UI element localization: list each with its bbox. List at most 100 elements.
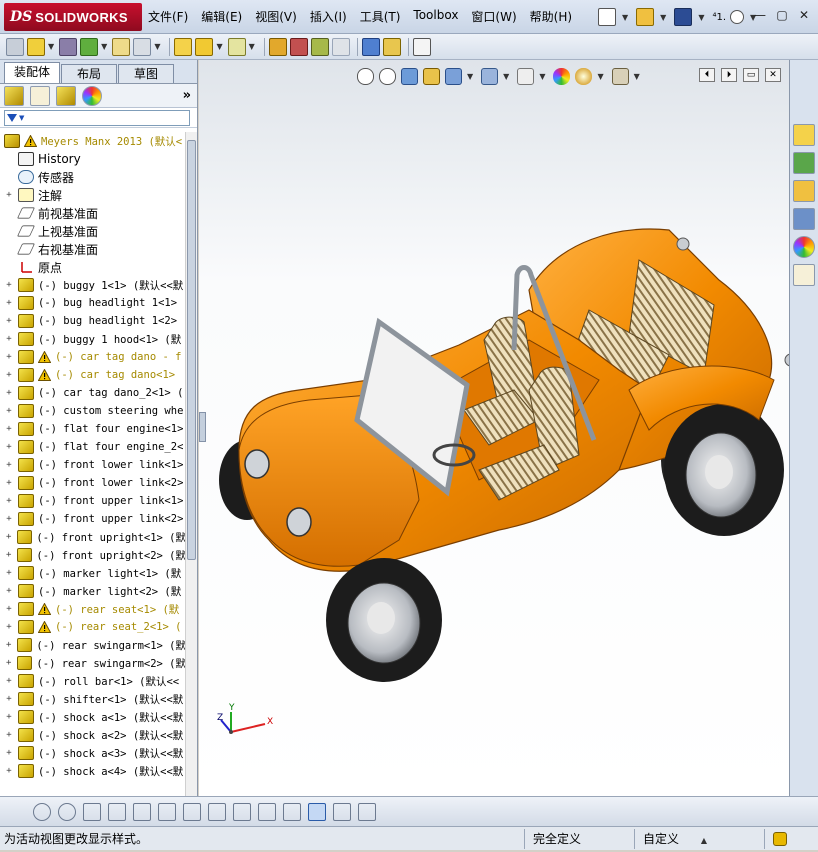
assembly-features-icon[interactable] bbox=[195, 37, 214, 56]
linear-pattern-icon[interactable] bbox=[80, 37, 99, 56]
component-row[interactable]: + (-) car tag dano<1> bbox=[0, 366, 186, 384]
appearances-scenes-icon[interactable] bbox=[793, 236, 815, 258]
component-row[interactable]: + (-) front upright<1> (默 bbox=[0, 528, 186, 546]
offset-entities-icon[interactable] bbox=[133, 802, 151, 821]
expand-plus-icon[interactable]: + bbox=[4, 532, 13, 542]
pattern-caret[interactable]: ▼ bbox=[101, 42, 107, 51]
new-dropdown-caret[interactable]: ▼ bbox=[622, 13, 628, 22]
expand-plus-icon[interactable]: + bbox=[4, 766, 14, 776]
expand-plus-icon[interactable]: + bbox=[4, 190, 14, 200]
move-component-icon[interactable] bbox=[133, 37, 152, 56]
open-folder-icon[interactable] bbox=[636, 8, 655, 26]
tree-root-assembly[interactable]: Meyers Manx 2013 (默认< bbox=[0, 132, 186, 150]
menu-file[interactable]: 文件(F) bbox=[148, 8, 188, 25]
expand-plus-icon[interactable]: + bbox=[4, 388, 14, 398]
expand-plus-icon[interactable]: + bbox=[4, 586, 14, 596]
component-row[interactable]: + (-) car tag dano - f bbox=[0, 348, 186, 366]
feature-tree-icon[interactable] bbox=[4, 85, 24, 106]
component-row[interactable]: + (-) flat four engine_2< bbox=[0, 438, 186, 456]
tree-item[interactable]: 前视基准面 bbox=[0, 204, 186, 222]
expand-plus-icon[interactable]: + bbox=[4, 424, 14, 434]
menu-view[interactable]: 视图(V) bbox=[255, 8, 297, 25]
configuration-manager-icon[interactable] bbox=[56, 85, 76, 106]
expand-plus-icon[interactable]: + bbox=[4, 550, 13, 560]
polygon-icon[interactable] bbox=[58, 802, 76, 821]
help-question-icon[interactable] bbox=[730, 10, 745, 24]
show-hidden-components-icon[interactable] bbox=[174, 37, 193, 56]
minimize-button[interactable]: — bbox=[750, 6, 770, 24]
expand-plus-icon[interactable]: + bbox=[4, 316, 14, 326]
component-row[interactable]: + (-) shock a<3> (默认<<默 bbox=[0, 744, 186, 762]
linear-sketch-pattern-icon[interactable] bbox=[233, 802, 251, 821]
reference-geometry-caret[interactable]: ▼ bbox=[249, 42, 255, 51]
expand-plus-icon[interactable]: + bbox=[4, 478, 14, 488]
menu-tools[interactable]: 工具(T) bbox=[360, 8, 401, 25]
dune-buggy-3d-model[interactable]: X Y Z bbox=[199, 60, 789, 796]
component-row[interactable]: + (-) custom steering whe bbox=[0, 402, 186, 420]
component-row[interactable]: + (-) marker light<2> (默 bbox=[0, 582, 186, 600]
shaded-display-icon[interactable] bbox=[283, 802, 301, 821]
design-library-icon[interactable] bbox=[793, 152, 815, 174]
expand-plus-icon[interactable]: + bbox=[4, 370, 14, 380]
expand-plus-icon[interactable]: + bbox=[4, 298, 14, 308]
menu-window[interactable]: 窗口(W) bbox=[471, 8, 516, 25]
move-component-caret[interactable]: ▼ bbox=[154, 42, 160, 51]
expand-plus-icon[interactable]: + bbox=[4, 496, 14, 506]
component-row[interactable]: + (-) buggy 1 hood<1> (默 bbox=[0, 330, 186, 348]
component-row[interactable]: + (-) car tag dano_2<1> ( bbox=[0, 384, 186, 402]
line-icon[interactable] bbox=[108, 802, 126, 821]
component-row[interactable]: + (-) bug headlight 1<2> bbox=[0, 312, 186, 330]
filter-dropdown-caret[interactable]: ▼ bbox=[19, 114, 24, 122]
new-document-icon[interactable] bbox=[598, 8, 616, 26]
expand-plus-icon[interactable]: + bbox=[4, 514, 14, 524]
component-row[interactable]: + (-) shifter<1> (默认<<默 bbox=[0, 690, 186, 708]
expand-plus-icon[interactable]: + bbox=[4, 604, 14, 614]
component-row[interactable]: + (-) flat four engine<1> bbox=[0, 420, 186, 438]
corner-rectangle-icon[interactable] bbox=[183, 802, 201, 821]
tree-item[interactable]: 原点 bbox=[0, 258, 186, 276]
expand-plus-icon[interactable]: + bbox=[4, 712, 14, 722]
open-dropdown-caret[interactable]: ▼ bbox=[660, 13, 666, 22]
component-row[interactable]: + (-) front lower link<1> bbox=[0, 456, 186, 474]
bill-of-materials-icon[interactable] bbox=[289, 37, 308, 56]
component-row[interactable]: + (-) front upper link<2> bbox=[0, 510, 186, 528]
tree-scrollbar-thumb[interactable] bbox=[187, 140, 196, 560]
expand-plus-icon[interactable]: + bbox=[4, 748, 14, 758]
component-row[interactable]: + (-) marker light<1> (默 bbox=[0, 564, 186, 582]
tab-sketch[interactable]: 草图 bbox=[118, 64, 174, 83]
expand-panel-chevron-icon[interactable]: » bbox=[183, 88, 191, 103]
component-row[interactable]: + (-) rear seat<1> (默 bbox=[0, 600, 186, 618]
insert-component-icon[interactable] bbox=[27, 37, 45, 56]
menu-edit[interactable]: 编辑(E) bbox=[201, 8, 242, 25]
edge-display-icon[interactable] bbox=[333, 802, 351, 821]
exploded-view-icon[interactable] bbox=[310, 37, 329, 56]
display-manager-icon[interactable] bbox=[82, 85, 102, 106]
menu-insert[interactable]: 插入(I) bbox=[310, 8, 347, 25]
component-row[interactable]: + (-) rear seat_2<1> ( bbox=[0, 618, 186, 636]
tree-item[interactable]: 传感器 bbox=[0, 168, 186, 186]
instant3d-icon[interactable] bbox=[382, 37, 401, 56]
solidworks-logo[interactable]: DS SOLIDWORKS bbox=[4, 3, 142, 31]
trim-entities-icon[interactable] bbox=[83, 802, 101, 821]
component-row[interactable]: + (-) roll bar<1> (默认<< bbox=[0, 672, 186, 690]
assembly-features-caret[interactable]: ▼ bbox=[216, 42, 222, 51]
save-dropdown-caret[interactable]: ▼ bbox=[698, 13, 704, 22]
expand-plus-icon[interactable]: + bbox=[4, 730, 14, 740]
speedpak-icon[interactable] bbox=[412, 37, 431, 56]
component-row[interactable]: + (-) front upper link<1> bbox=[0, 492, 186, 510]
grid-icon[interactable] bbox=[258, 802, 276, 821]
point-icon[interactable] bbox=[8, 803, 26, 821]
edit-component-icon[interactable] bbox=[6, 37, 24, 56]
expand-plus-icon[interactable]: + bbox=[4, 442, 14, 452]
tree-item[interactable]: 右视基准面 bbox=[0, 240, 186, 258]
tree-item[interactable]: History bbox=[0, 150, 186, 168]
tab-layout[interactable]: 布局 bbox=[61, 64, 117, 83]
circle-icon[interactable] bbox=[33, 802, 51, 821]
tree-scrollbar[interactable] bbox=[185, 132, 197, 796]
expand-plus-icon[interactable]: + bbox=[4, 352, 14, 362]
unit-system-caret[interactable]: ▲ bbox=[701, 836, 707, 845]
insert-component-caret[interactable]: ▼ bbox=[48, 42, 54, 51]
expand-plus-icon[interactable]: + bbox=[4, 658, 13, 668]
smart-fasteners-icon[interactable] bbox=[112, 37, 131, 56]
expand-plus-icon[interactable]: + bbox=[4, 676, 14, 686]
